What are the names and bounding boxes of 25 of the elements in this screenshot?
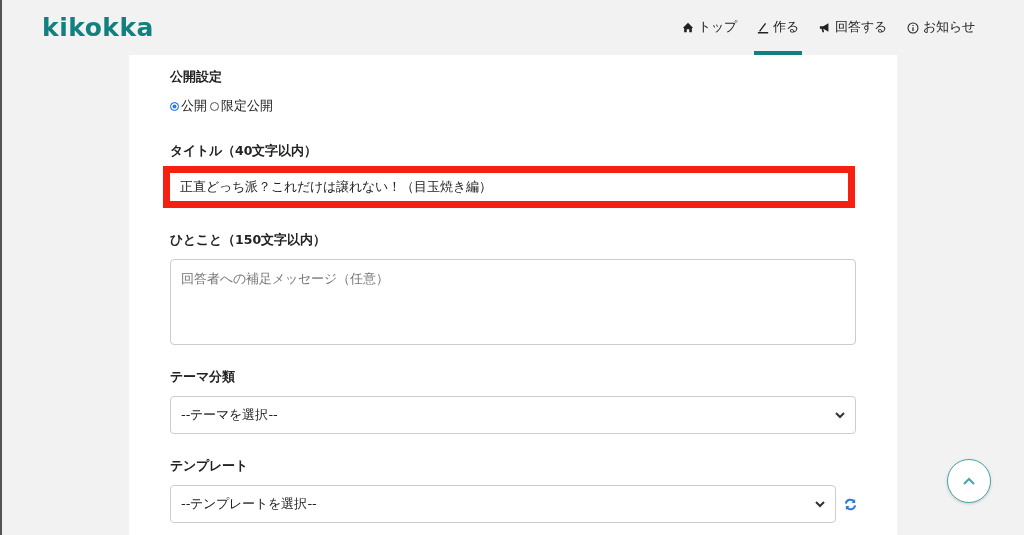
field-label: テンプレート	[170, 458, 249, 475]
pen-icon	[757, 21, 769, 34]
home-icon	[682, 21, 694, 34]
section-label: 公開設定	[170, 69, 223, 86]
nav-tab[interactable]: 回答する	[816, 0, 890, 55]
nav-tab[interactable]: お知らせ	[904, 0, 978, 55]
radio-option[interactable]: 公開	[170, 98, 207, 115]
title-field[interactable]: 正直どっち派？これだけは譲れない！（目玉焼き編）	[163, 166, 855, 208]
info-icon	[907, 21, 919, 34]
refresh-icon[interactable]	[844, 497, 857, 511]
chevron-down-icon	[815, 500, 825, 508]
chevron-down-icon	[835, 411, 845, 419]
logo[interactable]: kikokka	[42, 13, 154, 42]
radio-button[interactable]	[170, 102, 179, 111]
radio-option[interactable]: 限定公開	[210, 98, 273, 115]
template-dropdown[interactable]: --テンプレートを選択--	[170, 485, 836, 523]
theme-dropdown[interactable]: --テーマを選択--	[170, 396, 856, 434]
megaphone-icon	[819, 21, 831, 34]
message-field[interactable]: 回答者への補足メッセージ（任意）	[170, 259, 856, 345]
nav-tab[interactable]: トップ	[679, 0, 740, 55]
scroll-to-top-button[interactable]	[947, 459, 991, 503]
field-label: テーマ分類	[170, 369, 236, 386]
chevron-up-icon	[963, 477, 975, 485]
field-label: タイトル（40文字以内）	[170, 143, 319, 160]
field-label: ひとこと（150文字以内）	[170, 232, 328, 249]
